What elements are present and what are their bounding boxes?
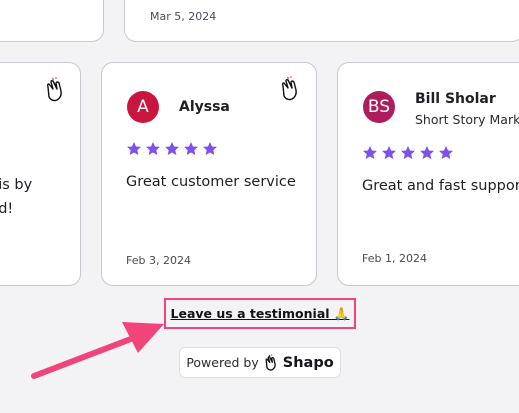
star-rating [362, 145, 454, 161]
reviewer-title: Short Story Marke [415, 112, 519, 127]
leave-testimonial-link[interactable]: Leave us a testimonial 🙏 [171, 306, 350, 322]
reviewer-name: Alyssa [179, 99, 230, 115]
star-icon [439, 146, 453, 159]
avatar: BS [363, 91, 395, 123]
review-text: Great customer service [126, 174, 296, 190]
testimonial-card-top-left [0, 0, 104, 42]
testimonial-card-bill-sholar: BS Bill Sholar Short Story Marke Great a… [337, 62, 519, 286]
star-icon [420, 146, 434, 159]
testimonial-card-alyssa: A Alyssa Great customer service Feb 3, 2… [101, 62, 317, 286]
star-icon [203, 142, 217, 155]
review-line: nd! [0, 201, 14, 217]
testimonial-card-left: his by nd! [0, 62, 81, 286]
leave-testimonial-highlight: Leave us a testimonial 🙏 [164, 298, 356, 329]
clapping-hands-icon [281, 76, 297, 101]
review-text: Great and fast suppor [362, 178, 519, 194]
star-icon [146, 142, 160, 155]
testimonial-card-top-middle: Mar 5, 2024 [124, 0, 519, 42]
star-icon [363, 146, 377, 159]
shapo-logo-icon [265, 353, 276, 371]
powered-by-badge[interactable]: Powered by Shapo [179, 347, 341, 378]
brand-name: Shapo [282, 354, 334, 371]
date-label: Mar 5, 2024 [150, 10, 217, 23]
date-label: Feb 3, 2024 [126, 254, 191, 267]
reviewer-name: Bill Sholar [415, 91, 496, 107]
avatar: A [127, 91, 159, 123]
star-icon [165, 142, 179, 155]
review-text: his by nd! [0, 173, 32, 221]
avatar-initials: BS [367, 97, 391, 117]
review-line: his by [0, 177, 33, 193]
star-icon [184, 142, 198, 155]
star-rating [126, 141, 218, 157]
star-icon [401, 146, 415, 159]
avatar-initials: A [137, 97, 149, 117]
powered-by-label: Powered by [186, 355, 259, 370]
star-icon [382, 146, 396, 159]
star-icon [127, 142, 141, 155]
clapping-hands-icon [46, 77, 62, 102]
date-label: Feb 1, 2024 [362, 252, 427, 265]
